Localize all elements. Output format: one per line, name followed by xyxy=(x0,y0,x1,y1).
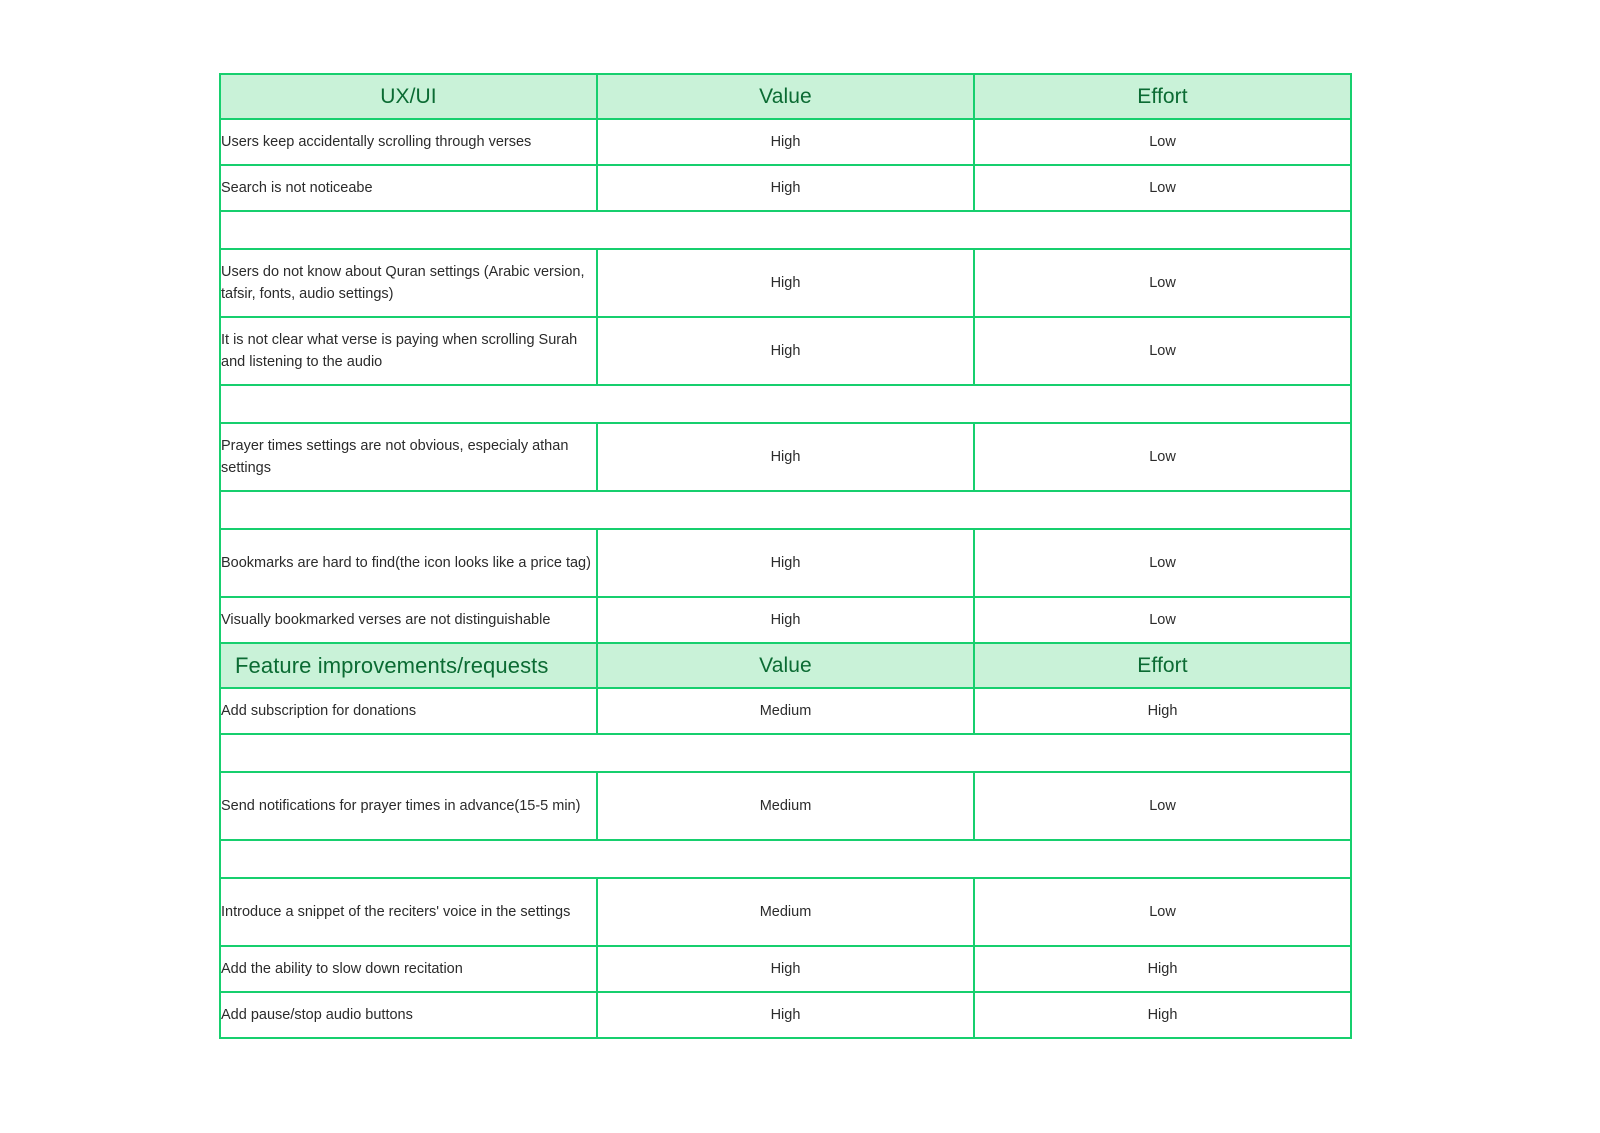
table-row: Introduce a snippet of the reciters' voi… xyxy=(219,877,1352,947)
cell-value-rating: High xyxy=(596,596,975,644)
header-cell-effort: Effort xyxy=(973,642,1352,689)
cell-value-rating: Medium xyxy=(596,687,975,735)
cell-value-rating: High xyxy=(596,248,975,318)
cell-value-rating: High xyxy=(596,118,975,166)
table-row: Add the ability to slow down recitation H… xyxy=(219,945,1352,993)
cell-item-description: Users do not know about Quran settings (… xyxy=(219,248,598,318)
spacer-cell xyxy=(219,490,1352,530)
table-row: Visually bookmarked verses are not disti… xyxy=(219,596,1352,644)
cell-value-rating: High xyxy=(596,422,975,492)
table-header-row: Feature improvements/requests Value Effort xyxy=(219,642,1352,689)
prioritization-table-container: UX/UI Value Effort Users keep accidentally … xyxy=(219,73,1352,1039)
cell-effort-rating: High xyxy=(973,687,1352,735)
cell-value-rating: Medium xyxy=(596,877,975,947)
table-row: Users do not know about Quran settings (… xyxy=(219,248,1352,318)
cell-effort-rating: Low xyxy=(973,422,1352,492)
table-spacer-row xyxy=(219,490,1352,530)
cell-item-description: Add subscription for donations xyxy=(219,687,598,735)
header-cell-effort: Effort xyxy=(973,73,1352,120)
cell-value-rating: Medium xyxy=(596,771,975,841)
table-spacer-row xyxy=(219,839,1352,879)
spacer-cell xyxy=(219,210,1352,250)
spacer-cell xyxy=(219,384,1352,424)
cell-effort-rating: Low xyxy=(973,596,1352,644)
table-spacer-row xyxy=(219,384,1352,424)
table-row: Search is not noticeabe High Low xyxy=(219,164,1352,212)
cell-effort-rating: Low xyxy=(973,528,1352,598)
cell-value-rating: High xyxy=(596,945,975,993)
cell-item-description: Bookmarks are hard to find(the icon look… xyxy=(219,528,598,598)
cell-item-description: Search is not noticeabe xyxy=(219,164,598,212)
header-cell-item: Feature improvements/requests xyxy=(219,642,598,689)
cell-effort-rating: Low xyxy=(973,316,1352,386)
table-row: It is not clear what verse is paying whe… xyxy=(219,316,1352,386)
table-body: UX/UI Value Effort Users keep accidentally … xyxy=(219,73,1352,1039)
header-cell-item: UX/UI xyxy=(219,73,598,120)
cell-effort-rating: Low xyxy=(973,248,1352,318)
cell-item-description: It is not clear what verse is paying whe… xyxy=(219,316,598,386)
cell-item-description: Prayer times settings are not obvious, e… xyxy=(219,422,598,492)
header-cell-value: Value xyxy=(596,642,975,689)
table-row: Send notifications for prayer times in a… xyxy=(219,771,1352,841)
table-row: Prayer times settings are not obvious, e… xyxy=(219,422,1352,492)
cell-item-description: Add pause/stop audio buttons xyxy=(219,991,598,1039)
cell-item-description: Introduce a snippet of the reciters' voi… xyxy=(219,877,598,947)
table-row: Users keep accidentally scrolling throug… xyxy=(219,118,1352,166)
cell-value-rating: High xyxy=(596,528,975,598)
table-row: Add subscription for donations Medium High xyxy=(219,687,1352,735)
prioritization-table: UX/UI Value Effort Users keep accidentally … xyxy=(219,73,1352,1039)
table-row: Bookmarks are hard to find(the icon look… xyxy=(219,528,1352,598)
cell-item-description: Visually bookmarked verses are not disti… xyxy=(219,596,598,644)
cell-value-rating: High xyxy=(596,316,975,386)
table-spacer-row xyxy=(219,733,1352,773)
header-cell-value: Value xyxy=(596,73,975,120)
cell-effort-rating: Low xyxy=(973,877,1352,947)
cell-item-description: Add the ability to slow down recitation xyxy=(219,945,598,993)
cell-value-rating: High xyxy=(596,991,975,1039)
table-header-row: UX/UI Value Effort xyxy=(219,73,1352,120)
spacer-cell xyxy=(219,733,1352,773)
cell-effort-rating: Low xyxy=(973,164,1352,212)
page-root: UX/UI Value Effort Users keep accidentally … xyxy=(0,0,1600,1133)
cell-item-description: Users keep accidentally scrolling throug… xyxy=(219,118,598,166)
cell-effort-rating: High xyxy=(973,991,1352,1039)
cell-effort-rating: Low xyxy=(973,118,1352,166)
cell-item-description: Send notifications for prayer times in a… xyxy=(219,771,598,841)
cell-value-rating: High xyxy=(596,164,975,212)
table-row: Add pause/stop audio buttons High High xyxy=(219,991,1352,1039)
spacer-cell xyxy=(219,839,1352,879)
table-spacer-row xyxy=(219,210,1352,250)
cell-effort-rating: High xyxy=(973,945,1352,993)
cell-effort-rating: Low xyxy=(973,771,1352,841)
